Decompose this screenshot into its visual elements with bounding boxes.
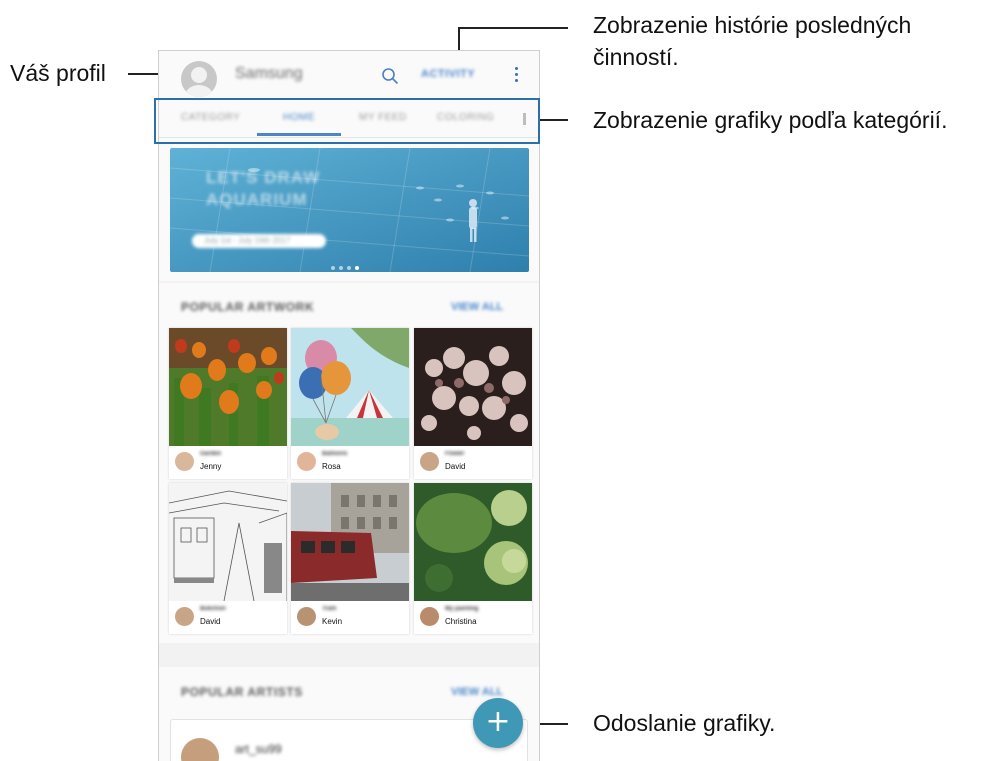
artist-avatar[interactable] (297, 607, 316, 626)
banner-page-indicator (331, 257, 371, 270)
artwork-author: David (445, 462, 466, 471)
artwork-title: Balloons (322, 451, 348, 457)
artwork-card-tram[interactable]: Tram Kevin (291, 483, 409, 634)
artwork-card-bukchon[interactable]: Bukchon David (169, 483, 287, 634)
artwork-author: Kevin (322, 617, 343, 626)
tabs-highlight-box (154, 98, 540, 144)
page-dot-active (355, 266, 359, 270)
artist-name: art_su99 (235, 742, 282, 756)
artwork-author: Christina (445, 617, 477, 626)
account-name: Samsung (235, 65, 303, 82)
banner-title-line1: LET'S DRAW (206, 168, 321, 187)
callout-upload: Odoslanie grafiky. (593, 710, 776, 736)
more-options-icon[interactable] (513, 65, 519, 87)
callout-activity-line2: činností. (593, 44, 679, 70)
profile-avatar[interactable] (181, 61, 217, 97)
page-dot (347, 266, 351, 270)
callout-activity-line-h (458, 27, 568, 29)
artist-avatar[interactable] (175, 452, 194, 471)
page-dot (331, 266, 335, 270)
artwork-card-flower[interactable]: Flower David (414, 328, 532, 479)
artwork-card-my-painting[interactable]: My painting Christina (414, 483, 532, 634)
artwork-image-tram (291, 483, 409, 601)
banner-title-line2: AQUARIUM (206, 190, 308, 209)
artwork-author: David (200, 617, 221, 626)
artist-avatar[interactable] (297, 452, 316, 471)
activity-button[interactable]: ACTIVITY (421, 68, 475, 80)
artwork-card-balloons[interactable]: Balloons Rosa (291, 328, 409, 479)
page-dot (339, 266, 343, 270)
search-icon[interactable] (381, 67, 399, 85)
artwork-title: Bukchon (200, 606, 226, 612)
callout-categories: Zobrazenie grafiky podľa kategórií. (593, 107, 948, 133)
phone-screen: Samsung ACTIVITY CATEGORY HOME MY FEED C… (158, 50, 540, 761)
app-bar: Samsung ACTIVITY (159, 51, 539, 101)
artwork-author: Jenny (200, 462, 222, 471)
popular-artists-view-all[interactable]: VIEW ALL (451, 686, 503, 698)
artwork-title: Garden (200, 451, 222, 457)
callout-profile: Váš profil (10, 60, 106, 86)
artist-avatar[interactable] (420, 452, 439, 471)
event-banner[interactable]: LET'S DRAW AQUARIUM July 1st - July 16th… (170, 148, 529, 272)
artwork-author: Rosa (322, 462, 341, 471)
callout-activity-line1: Zobrazenie histórie posledných (593, 12, 912, 38)
popular-artwork-view-all[interactable]: VIEW ALL (451, 301, 503, 313)
artwork-image-balloons (291, 328, 409, 446)
artwork-image-green-flowers (414, 483, 532, 601)
artist-avatar[interactable] (175, 607, 194, 626)
artwork-image-tulips (169, 328, 287, 446)
popular-artists-title: POPULAR ARTISTS (181, 685, 303, 699)
artist-avatar[interactable] (181, 738, 219, 761)
artwork-image-sketch-street (169, 483, 287, 601)
artwork-image-blossoms (414, 328, 532, 446)
callout-categories-line (536, 119, 568, 121)
popular-artwork-title: POPULAR ARTWORK (181, 300, 315, 314)
banner-date-pill: July 1st - July 16th 2017 (192, 234, 326, 248)
artist-avatar[interactable] (420, 607, 439, 626)
artwork-title: My painting (445, 606, 479, 612)
artwork-card-garden[interactable]: Garden Jenny (169, 328, 287, 479)
artwork-title: Tram (322, 606, 337, 612)
add-icon[interactable]: + (473, 698, 523, 748)
artwork-title: Flower (445, 451, 465, 457)
aquarium-banner-image (170, 148, 529, 272)
